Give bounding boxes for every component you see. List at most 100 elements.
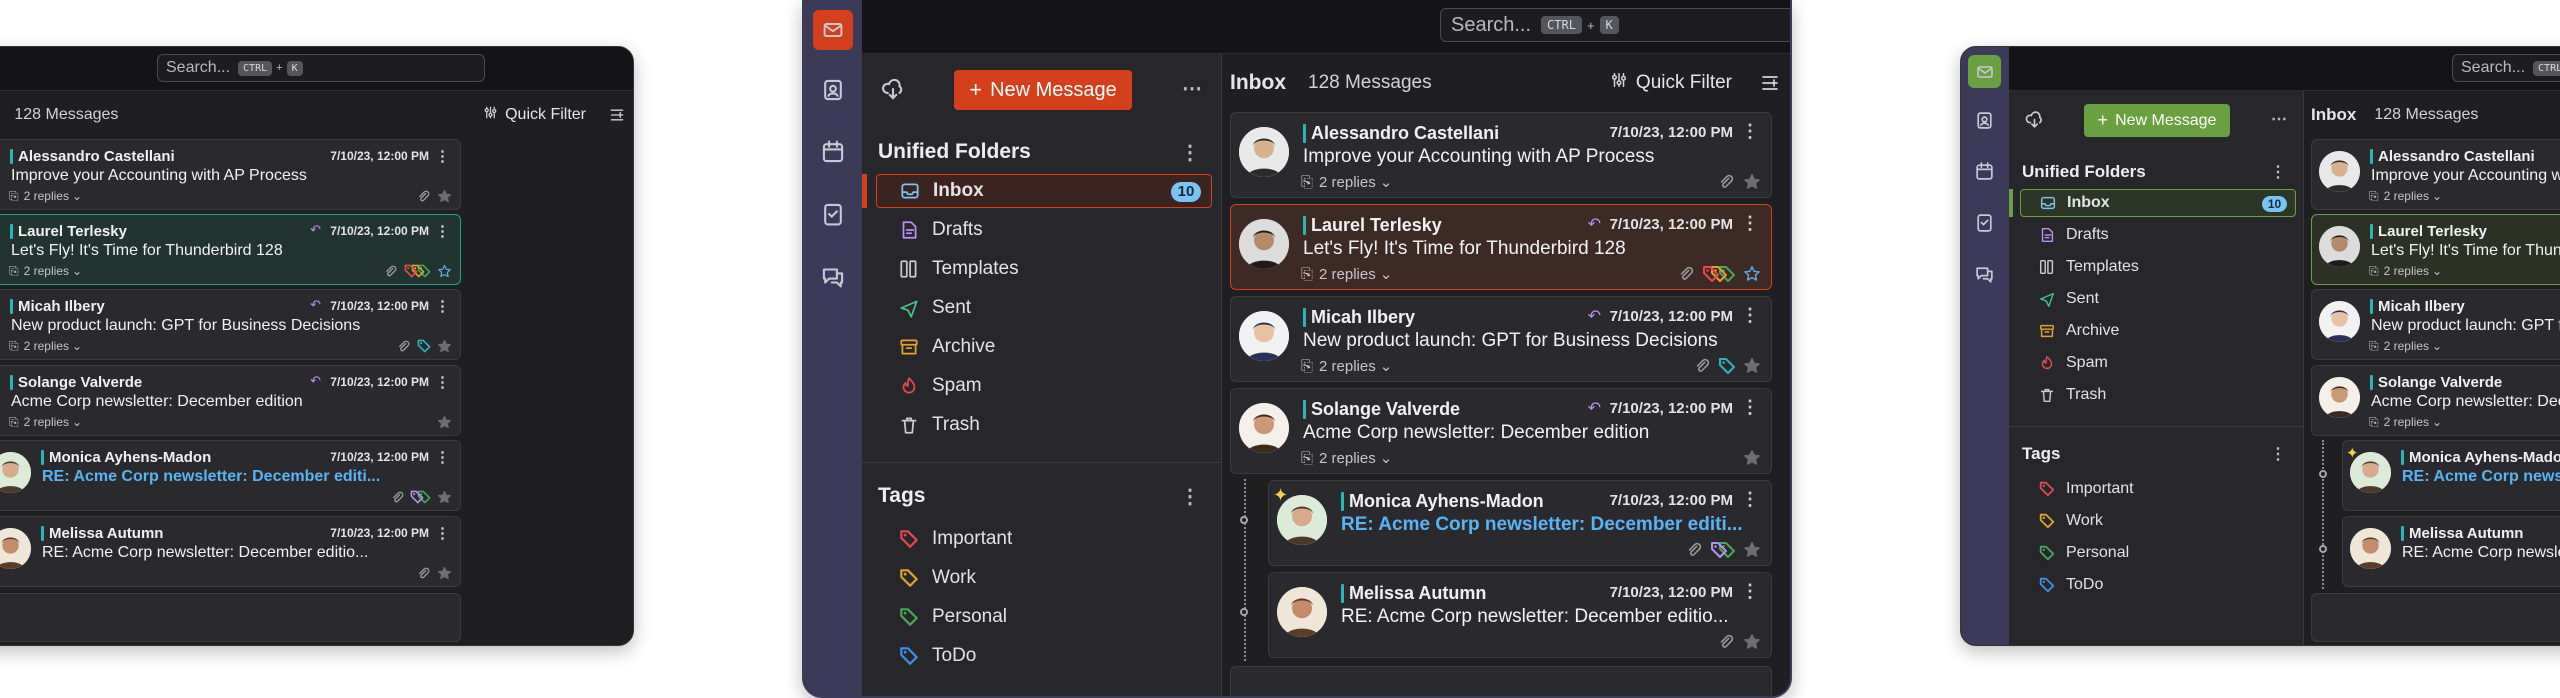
folder-spam[interactable]: Spam: [876, 369, 1212, 403]
folder-sent[interactable]: Sent: [2020, 285, 2296, 313]
mail-space-button[interactable]: [1968, 55, 2001, 88]
message-card[interactable]: Alessandro Castellani7/10/23, 12:00 PM⋮I…: [2311, 139, 2560, 210]
star-icon[interactable]: [1743, 173, 1761, 191]
thread-replies-toggle[interactable]: ⎘ 2 replies ⌄: [2369, 415, 2442, 430]
star-icon[interactable]: [1743, 265, 1761, 283]
tags-menu-button[interactable]: ⋮: [1180, 484, 1201, 509]
message-menu-button[interactable]: ⋮: [435, 524, 450, 542]
folder-sent[interactable]: Sent: [876, 291, 1212, 325]
message-card[interactable]: Solange Valverde↶7/10/23, 12:00 PM⋮Acme …: [2311, 365, 2560, 436]
message-card[interactable]: ✦Monica Ayhens-Madon7/10/23, 12:00 PM⋮RE…: [0, 440, 461, 511]
tag-work[interactable]: Work: [876, 561, 1212, 595]
message-menu-button[interactable]: ⋮: [1741, 213, 1759, 234]
thread-replies-toggle[interactable]: ⎘ 2 replies ⌄: [1301, 449, 1392, 467]
folder-drafts[interactable]: Drafts: [876, 213, 1212, 247]
address-book-space-button[interactable]: [1972, 108, 1997, 133]
thread-replies-toggle[interactable]: ⎘ 2 replies ⌄: [2369, 264, 2442, 279]
calendar-space-button[interactable]: [1972, 159, 1997, 184]
list-layout-icon[interactable]: [1760, 73, 1780, 93]
message-menu-button[interactable]: ⋮: [435, 373, 450, 391]
message-menu-button[interactable]: ⋮: [1741, 305, 1759, 326]
tasks-space-button[interactable]: [818, 199, 848, 229]
tag-todo[interactable]: ToDo: [876, 639, 1212, 673]
star-icon[interactable]: [437, 415, 452, 430]
message-card[interactable]: Micah Ilbery↶7/10/23, 12:00 PM⋮New produ…: [0, 289, 461, 360]
folder-templates[interactable]: Templates: [2020, 253, 2296, 281]
folder-drafts[interactable]: Drafts: [2020, 221, 2296, 249]
folder-templates[interactable]: Templates: [876, 252, 1212, 286]
message-card[interactable]: Alessandro Castellani7/10/23, 12:00 PM⋮I…: [1230, 112, 1772, 198]
star-icon[interactable]: [437, 566, 452, 581]
search-input[interactable]: Search...CTRL+K: [157, 54, 485, 82]
message-card[interactable]: Melissa Autumn7/10/23, 12:00 PM⋮RE: Acme…: [0, 516, 461, 587]
folder-spam[interactable]: Spam: [2020, 349, 2296, 377]
unified-folders-menu-button[interactable]: ⋮: [2270, 162, 2287, 182]
message-card[interactable]: Melissa Autumn7/10/23, 12:00 PM⋮RE: Acme…: [1268, 572, 1772, 658]
message-card[interactable]: Laurel Terlesky↶7/10/23, 12:00 PM⋮Let's …: [1230, 204, 1772, 290]
quick-filter-button[interactable]: Quick Filter: [483, 105, 586, 125]
star-icon[interactable]: [437, 189, 452, 204]
folder-archive[interactable]: Archive: [2020, 317, 2296, 345]
message-menu-button[interactable]: ⋮: [1741, 397, 1759, 418]
thread-replies-toggle[interactable]: ⎘ 2 replies ⌄: [1301, 173, 1392, 191]
chat-space-button[interactable]: [1972, 261, 1997, 286]
message-card[interactable]: Micah Ilbery↶7/10/23, 12:00 PM⋮New produ…: [2311, 289, 2560, 360]
message-card[interactable]: Laurel Terlesky↶7/10/23, 12:00 PM⋮Let's …: [2311, 214, 2560, 285]
message-card[interactable]: Melissa Autumn7/10/23, 12:00 PM⋮RE: Acme…: [2342, 516, 2560, 587]
folder-pane-menu-button[interactable]: ⋯: [1182, 76, 1203, 101]
calendar-space-button[interactable]: [818, 137, 848, 167]
folder-inbox[interactable]: Inbox 10: [2020, 189, 2296, 217]
thread-replies-toggle[interactable]: ⎘ 2 replies ⌄: [1301, 357, 1392, 375]
message-card[interactable]: ✦Monica Ayhens-Madon7/10/23, 12:00 PM⋮RE…: [2342, 440, 2560, 511]
folder-pane-menu-button[interactable]: ⋯: [2271, 109, 2288, 129]
message-card[interactable]: Alessandro Castellani7/10/23, 12:00 PM⋮I…: [0, 139, 461, 210]
folder-inbox[interactable]: Inbox 10: [876, 174, 1212, 208]
tag-personal[interactable]: Personal: [2020, 539, 2296, 567]
folder-trash[interactable]: Trash: [876, 408, 1212, 442]
tasks-space-button[interactable]: [1972, 210, 1997, 235]
thread-replies-toggle[interactable]: ⎘ 2 replies ⌄: [1301, 265, 1392, 283]
new-message-button[interactable]: + New Message: [954, 70, 1132, 110]
get-messages-icon[interactable]: [880, 76, 906, 107]
star-icon[interactable]: [437, 339, 452, 354]
message-menu-button[interactable]: ⋮: [435, 147, 450, 165]
star-icon[interactable]: [1743, 449, 1761, 467]
thread-replies-toggle[interactable]: ⎘ 2 replies ⌄: [2369, 189, 2442, 204]
new-message-button[interactable]: + New Message: [2084, 104, 2230, 137]
tag-todo[interactable]: ToDo: [2020, 571, 2296, 599]
list-layout-icon[interactable]: [609, 107, 625, 123]
tag-important[interactable]: Important: [2020, 475, 2296, 503]
search-input[interactable]: Search...CTRL+K: [1440, 8, 1790, 42]
tag-work[interactable]: Work: [2020, 507, 2296, 535]
thread-replies-toggle[interactable]: ⎘ 2 replies ⌄: [9, 189, 82, 204]
quick-filter-button[interactable]: Quick Filter: [1610, 71, 1732, 95]
chat-space-button[interactable]: [818, 261, 848, 291]
get-messages-icon[interactable]: [2024, 109, 2045, 135]
thread-replies-toggle[interactable]: ⎘ 2 replies ⌄: [2369, 339, 2442, 354]
message-card[interactable]: Solange Valverde↶7/10/23, 12:00 PM⋮Acme …: [0, 365, 461, 436]
unified-folders-menu-button[interactable]: ⋮: [1180, 140, 1201, 165]
mail-space-button[interactable]: [813, 10, 853, 50]
star-icon[interactable]: [437, 490, 452, 505]
message-menu-button[interactable]: ⋮: [1741, 489, 1759, 510]
message-menu-button[interactable]: ⋮: [1741, 121, 1759, 142]
message-card[interactable]: Laurel Terlesky↶7/10/23, 12:00 PM⋮Let's …: [0, 214, 461, 285]
folder-trash[interactable]: Trash: [2020, 381, 2296, 409]
star-icon[interactable]: [437, 264, 452, 279]
tag-personal[interactable]: Personal: [876, 600, 1212, 634]
message-menu-button[interactable]: ⋮: [1741, 581, 1759, 602]
tag-important[interactable]: Important: [876, 522, 1212, 556]
message-menu-button[interactable]: ⋮: [435, 448, 450, 466]
thread-replies-toggle[interactable]: ⎘ 2 replies ⌄: [9, 415, 82, 430]
search-input[interactable]: Search...CTRL+K: [2452, 54, 2560, 82]
thread-replies-toggle[interactable]: ⎘ 2 replies ⌄: [9, 339, 82, 354]
message-card[interactable]: ✦Monica Ayhens-Madon7/10/23, 12:00 PM⋮RE…: [1268, 480, 1772, 566]
star-icon[interactable]: [1743, 541, 1761, 559]
message-card[interactable]: Micah Ilbery↶7/10/23, 12:00 PM⋮New produ…: [1230, 296, 1772, 382]
tags-menu-button[interactable]: ⋮: [2270, 444, 2287, 464]
message-menu-button[interactable]: ⋮: [435, 222, 450, 240]
message-card[interactable]: Solange Valverde↶7/10/23, 12:00 PM⋮Acme …: [1230, 388, 1772, 474]
address-book-space-button[interactable]: [818, 75, 848, 105]
thread-replies-toggle[interactable]: ⎘ 2 replies ⌄: [9, 264, 82, 279]
folder-archive[interactable]: Archive: [876, 330, 1212, 364]
